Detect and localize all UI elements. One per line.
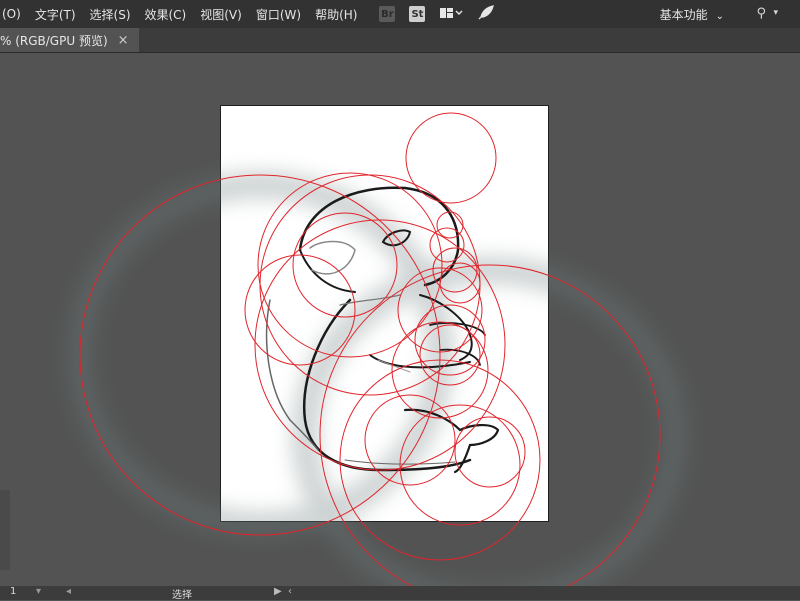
search-icon[interactable]: ⚲ (756, 6, 766, 21)
play-icon[interactable]: ▶ (274, 586, 282, 597)
canvas-area[interactable] (0, 53, 800, 586)
document-tab-title: % (RGB/GPU 预览) (0, 33, 108, 48)
tool-panel-edge[interactable] (0, 490, 10, 570)
workspace-switcher-icon[interactable] (439, 6, 463, 23)
chevron-down-icon[interactable]: ▾ (36, 586, 41, 597)
menu-bar: (O) 文字(T) 选择(S) 效果(C) 视图(V) 窗口(W) 帮助(H) … (0, 0, 800, 28)
chevron-left-icon[interactable]: ‹ (288, 586, 292, 597)
stock-icon[interactable]: St (409, 6, 426, 22)
document-tab-bar: % (RGB/GPU 预览) × (0, 28, 800, 53)
menu-object[interactable]: (O) (2, 7, 21, 21)
menu-view[interactable]: 视图(V) (200, 6, 242, 23)
artwork-layer[interactable] (0, 53, 800, 586)
chevron-down-icon[interactable]: ▾ (773, 8, 778, 18)
zoom-field[interactable]: 1 (10, 586, 16, 597)
chevron-down-icon: ⌄ (715, 11, 724, 22)
feather-icon[interactable] (477, 4, 495, 24)
document-tab[interactable]: % (RGB/GPU 预览) × (0, 28, 139, 52)
menu-effect[interactable]: 效果(C) (145, 6, 187, 23)
menu-type[interactable]: 文字(T) (35, 6, 76, 23)
menu-help[interactable]: 帮助(H) (315, 6, 357, 23)
close-icon[interactable]: × (118, 33, 129, 48)
current-tool-label: 选择 (172, 590, 192, 601)
previous-artboard-icon[interactable]: ◂ (66, 586, 71, 597)
menu-select[interactable]: 选择(S) (90, 6, 131, 23)
bridge-icon[interactable]: Br (379, 6, 396, 22)
status-bar: 1 ▾ ◂ 选择 ▶ ‹ (0, 586, 800, 601)
workspace-dropdown[interactable]: 基本功能 ⌄ (660, 6, 724, 23)
workspace-label: 基本功能 (659, 8, 708, 22)
circle-glow (67, 172, 688, 586)
menu-window[interactable]: 窗口(W) (256, 6, 301, 23)
